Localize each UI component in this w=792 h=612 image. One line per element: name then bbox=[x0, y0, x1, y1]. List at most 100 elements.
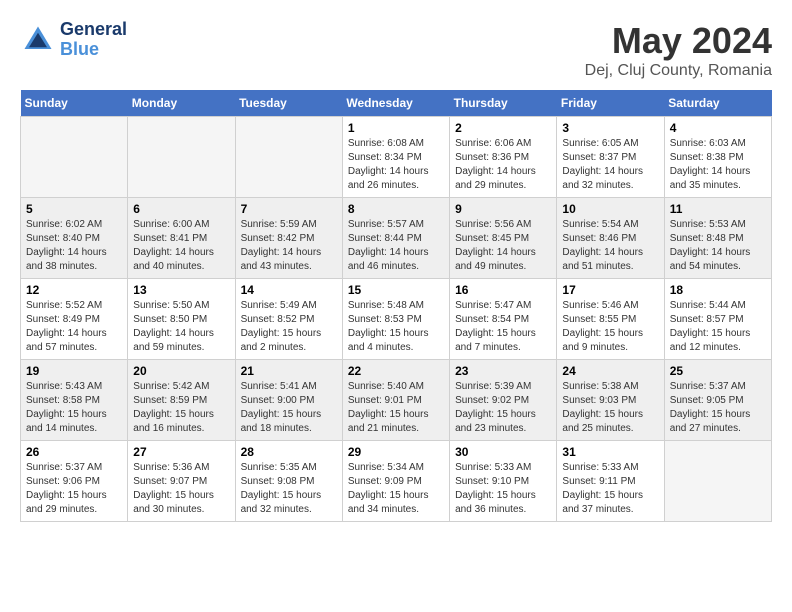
day-info: Sunrise: 5:37 AM Sunset: 9:06 PM Dayligh… bbox=[26, 461, 122, 517]
day-number: 24 bbox=[562, 364, 658, 378]
day-info: Sunrise: 6:08 AM Sunset: 8:34 PM Dayligh… bbox=[348, 137, 444, 193]
day-info: Sunrise: 5:38 AM Sunset: 9:03 PM Dayligh… bbox=[562, 380, 658, 436]
day-number: 14 bbox=[241, 283, 337, 297]
day-info: Sunrise: 5:43 AM Sunset: 8:58 PM Dayligh… bbox=[26, 380, 122, 436]
day-number: 6 bbox=[133, 202, 229, 216]
day-info: Sunrise: 5:47 AM Sunset: 8:54 PM Dayligh… bbox=[455, 299, 551, 355]
day-number: 9 bbox=[455, 202, 551, 216]
day-info: Sunrise: 5:33 AM Sunset: 9:10 PM Dayligh… bbox=[455, 461, 551, 517]
day-number: 27 bbox=[133, 445, 229, 459]
day-info: Sunrise: 6:05 AM Sunset: 8:37 PM Dayligh… bbox=[562, 137, 658, 193]
day-number: 7 bbox=[241, 202, 337, 216]
calendar-cell: 7 Sunrise: 5:59 AM Sunset: 8:42 PM Daylig… bbox=[235, 198, 342, 279]
calendar-cell: 8 Sunrise: 5:57 AM Sunset: 8:44 PM Daylig… bbox=[342, 198, 449, 279]
day-info: Sunrise: 5:46 AM Sunset: 8:55 PM Dayligh… bbox=[562, 299, 658, 355]
day-number: 5 bbox=[26, 202, 122, 216]
day-of-week-header: Saturday bbox=[664, 90, 771, 117]
calendar-cell: 6 Sunrise: 6:00 AM Sunset: 8:41 PM Daylig… bbox=[128, 198, 235, 279]
calendar-cell bbox=[128, 117, 235, 198]
subtitle: Dej, Cluj County, Romania bbox=[585, 62, 772, 80]
logo-icon bbox=[20, 22, 56, 58]
day-number: 26 bbox=[26, 445, 122, 459]
calendar-cell: 31Sunrise: 5:33 AM Sunset: 9:11 PM Dayli… bbox=[557, 441, 664, 522]
calendar-cell: 17 Sunrise: 5:46 AM Sunset: 8:55 PM Dayli… bbox=[557, 279, 664, 360]
day-info: Sunrise: 5:56 AM Sunset: 8:45 PM Dayligh… bbox=[455, 218, 551, 274]
main-title: May 2024 bbox=[585, 20, 772, 62]
calendar-cell: 1Sunrise: 6:08 AM Sunset: 8:34 PM Daylig… bbox=[342, 117, 449, 198]
calendar-cell: 9 Sunrise: 5:56 AM Sunset: 8:45 PM Daylig… bbox=[450, 198, 557, 279]
day-info: Sunrise: 5:41 AM Sunset: 9:00 PM Dayligh… bbox=[241, 380, 337, 436]
day-info: Sunrise: 6:06 AM Sunset: 8:36 PM Dayligh… bbox=[455, 137, 551, 193]
calendar-cell: 13Sunrise: 5:50 AM Sunset: 8:50 PM Dayli… bbox=[128, 279, 235, 360]
day-number: 21 bbox=[241, 364, 337, 378]
calendar-header: SundayMondayTuesdayWednesdayThursdayFrid… bbox=[21, 90, 772, 117]
calendar-cell: 3 Sunrise: 6:05 AM Sunset: 8:37 PM Daylig… bbox=[557, 117, 664, 198]
day-number: 8 bbox=[348, 202, 444, 216]
day-number: 3 bbox=[562, 121, 658, 135]
day-info: Sunrise: 5:57 AM Sunset: 8:44 PM Dayligh… bbox=[348, 218, 444, 274]
day-of-week-header: Thursday bbox=[450, 90, 557, 117]
logo-line1: General bbox=[60, 20, 127, 40]
day-info: Sunrise: 5:54 AM Sunset: 8:46 PM Dayligh… bbox=[562, 218, 658, 274]
day-info: Sunrise: 6:02 AM Sunset: 8:40 PM Dayligh… bbox=[26, 218, 122, 274]
calendar-cell: 25 Sunrise: 5:37 AM Sunset: 9:05 PM Dayli… bbox=[664, 360, 771, 441]
calendar-cell: 20 Sunrise: 5:42 AM Sunset: 8:59 PM Dayli… bbox=[128, 360, 235, 441]
day-info: Sunrise: 5:59 AM Sunset: 8:42 PM Dayligh… bbox=[241, 218, 337, 274]
calendar-cell: 19Sunrise: 5:43 AM Sunset: 8:58 PM Dayli… bbox=[21, 360, 128, 441]
day-number: 4 bbox=[670, 121, 766, 135]
calendar-week-row: 1Sunrise: 6:08 AM Sunset: 8:34 PM Daylig… bbox=[21, 117, 772, 198]
day-number: 2 bbox=[455, 121, 551, 135]
day-of-week-header: Wednesday bbox=[342, 90, 449, 117]
day-info: Sunrise: 5:35 AM Sunset: 9:08 PM Dayligh… bbox=[241, 461, 337, 517]
day-number: 25 bbox=[670, 364, 766, 378]
day-number: 28 bbox=[241, 445, 337, 459]
day-info: Sunrise: 5:37 AM Sunset: 9:05 PM Dayligh… bbox=[670, 380, 766, 436]
day-number: 22 bbox=[348, 364, 444, 378]
day-info: Sunrise: 5:50 AM Sunset: 8:50 PM Dayligh… bbox=[133, 299, 229, 355]
logo-line2: Blue bbox=[60, 40, 127, 60]
logo-text: General Blue bbox=[60, 20, 127, 60]
day-number: 15 bbox=[348, 283, 444, 297]
day-of-week-header: Tuesday bbox=[235, 90, 342, 117]
calendar-cell: 22 Sunrise: 5:40 AM Sunset: 9:01 PM Dayli… bbox=[342, 360, 449, 441]
day-info: Sunrise: 6:00 AM Sunset: 8:41 PM Dayligh… bbox=[133, 218, 229, 274]
day-of-week-header: Monday bbox=[128, 90, 235, 117]
day-info: Sunrise: 5:40 AM Sunset: 9:01 PM Dayligh… bbox=[348, 380, 444, 436]
calendar-week-row: 19Sunrise: 5:43 AM Sunset: 8:58 PM Dayli… bbox=[21, 360, 772, 441]
calendar-cell: 10 Sunrise: 5:54 AM Sunset: 8:46 PM Dayli… bbox=[557, 198, 664, 279]
day-number: 10 bbox=[562, 202, 658, 216]
calendar-cell: 27 Sunrise: 5:36 AM Sunset: 9:07 PM Dayli… bbox=[128, 441, 235, 522]
calendar-cell: 11 Sunrise: 5:53 AM Sunset: 8:48 PM Dayli… bbox=[664, 198, 771, 279]
day-number: 20 bbox=[133, 364, 229, 378]
day-info: Sunrise: 5:34 AM Sunset: 9:09 PM Dayligh… bbox=[348, 461, 444, 517]
day-info: Sunrise: 5:33 AM Sunset: 9:11 PM Dayligh… bbox=[562, 461, 658, 517]
calendar-cell: 15Sunrise: 5:48 AM Sunset: 8:53 PM Dayli… bbox=[342, 279, 449, 360]
calendar-cell: 14 Sunrise: 5:49 AM Sunset: 8:52 PM Dayli… bbox=[235, 279, 342, 360]
calendar-cell bbox=[235, 117, 342, 198]
calendar-cell: 28 Sunrise: 5:35 AM Sunset: 9:08 PM Dayli… bbox=[235, 441, 342, 522]
day-number: 12 bbox=[26, 283, 122, 297]
calendar-cell: 4 Sunrise: 6:03 AM Sunset: 8:38 PM Daylig… bbox=[664, 117, 771, 198]
day-number: 18 bbox=[670, 283, 766, 297]
day-info: Sunrise: 5:52 AM Sunset: 8:49 PM Dayligh… bbox=[26, 299, 122, 355]
day-number: 11 bbox=[670, 202, 766, 216]
calendar-cell: 26 Sunrise: 5:37 AM Sunset: 9:06 PM Dayli… bbox=[21, 441, 128, 522]
calendar-body: 1Sunrise: 6:08 AM Sunset: 8:34 PM Daylig… bbox=[21, 117, 772, 522]
day-number: 29 bbox=[348, 445, 444, 459]
calendar-cell: 21 Sunrise: 5:41 AM Sunset: 9:00 PM Dayli… bbox=[235, 360, 342, 441]
calendar-cell: 30Sunrise: 5:33 AM Sunset: 9:10 PM Dayli… bbox=[450, 441, 557, 522]
calendar-cell: 5 Sunrise: 6:02 AM Sunset: 8:40 PM Daylig… bbox=[21, 198, 128, 279]
day-info: Sunrise: 5:39 AM Sunset: 9:02 PM Dayligh… bbox=[455, 380, 551, 436]
day-info: Sunrise: 5:42 AM Sunset: 8:59 PM Dayligh… bbox=[133, 380, 229, 436]
day-number: 23 bbox=[455, 364, 551, 378]
day-info: Sunrise: 5:49 AM Sunset: 8:52 PM Dayligh… bbox=[241, 299, 337, 355]
page-header: General Blue May 2024 Dej, Cluj County, … bbox=[20, 20, 772, 80]
logo: General Blue bbox=[20, 20, 127, 60]
calendar-week-row: 26 Sunrise: 5:37 AM Sunset: 9:06 PM Dayli… bbox=[21, 441, 772, 522]
day-info: Sunrise: 5:53 AM Sunset: 8:48 PM Dayligh… bbox=[670, 218, 766, 274]
calendar-week-row: 12 Sunrise: 5:52 AM Sunset: 8:49 PM Dayli… bbox=[21, 279, 772, 360]
calendar-cell: 2 Sunrise: 6:06 AM Sunset: 8:36 PM Daylig… bbox=[450, 117, 557, 198]
day-info: Sunrise: 6:03 AM Sunset: 8:38 PM Dayligh… bbox=[670, 137, 766, 193]
day-number: 17 bbox=[562, 283, 658, 297]
day-info: Sunrise: 5:36 AM Sunset: 9:07 PM Dayligh… bbox=[133, 461, 229, 517]
